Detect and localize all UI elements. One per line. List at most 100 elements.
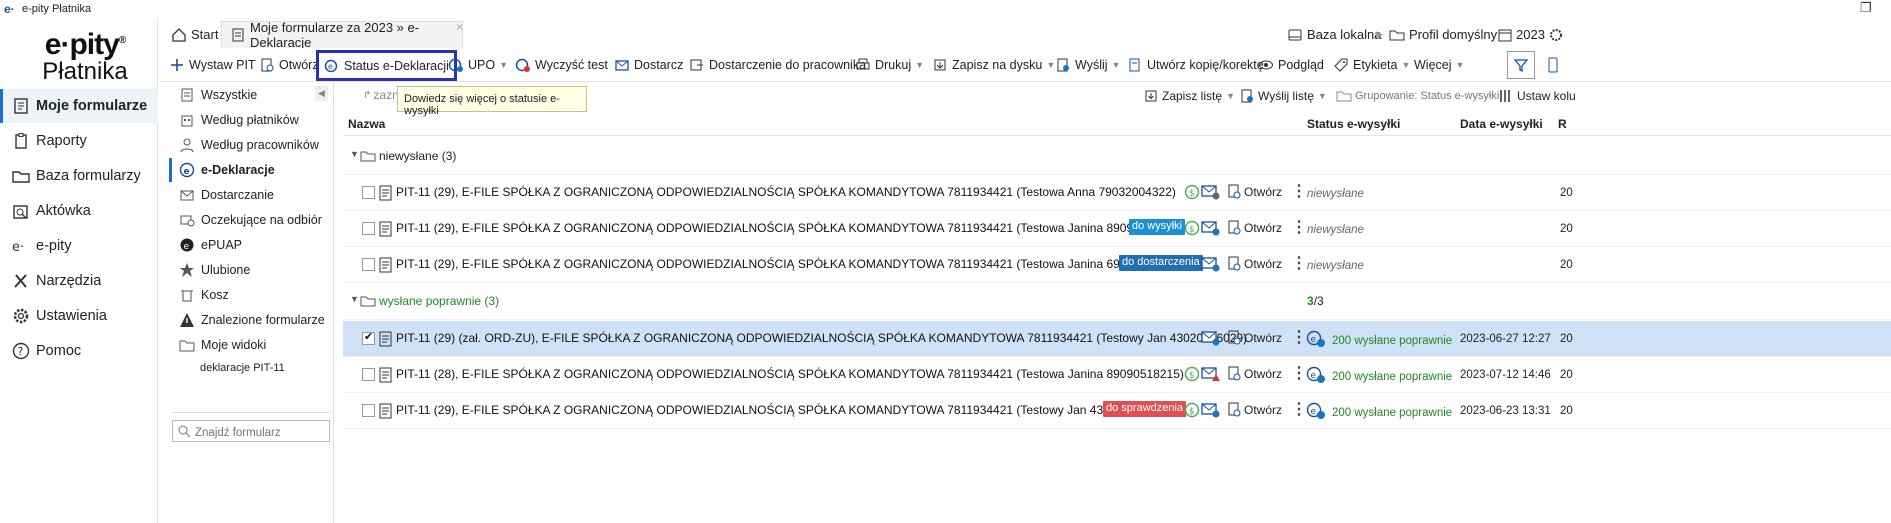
row-menu-button[interactable]: ⋮ xyxy=(1291,253,1307,273)
wystaw-pit-button[interactable]: Wystaw PIT xyxy=(169,53,256,77)
profile[interactable]: Profil domyślny xyxy=(1381,21,1505,48)
wyslij-button[interactable]: Wyślij ▼ xyxy=(1055,53,1120,77)
zapisz-caret[interactable]: ▼ xyxy=(1046,60,1055,70)
view-znalezione[interactable]: Znalezione formularze xyxy=(179,308,325,332)
view-label: Wszystkie xyxy=(201,88,258,102)
sidebar-item-e-pity[interactable]: e· e-pity xyxy=(0,229,158,263)
view-wszystkie[interactable]: Wszystkie xyxy=(179,83,257,107)
row-menu-button[interactable]: ⋮ xyxy=(1291,363,1307,383)
view-wedlug-pracownikow[interactable]: Według pracowników xyxy=(179,133,319,157)
sidebar-item-aktowka[interactable]: Aktówka xyxy=(0,194,158,228)
row-open-link[interactable]: Otwórz xyxy=(1244,331,1282,345)
drukuj-caret[interactable]: ▼ xyxy=(915,60,924,70)
group-expand-icon[interactable]: ▼ xyxy=(350,294,359,304)
row-menu-button[interactable]: ⋮ xyxy=(1291,181,1307,201)
row-open-link[interactable]: Otwórz xyxy=(1244,257,1282,271)
wyslij-liste-caret[interactable]: ▼ xyxy=(1318,91,1327,101)
column-nazwa[interactable]: Nazwa xyxy=(348,117,385,131)
row-checkbox[interactable] xyxy=(362,258,375,271)
folder-open-icon xyxy=(360,148,376,164)
view-dostarczanie[interactable]: Dostarczanie xyxy=(179,183,274,207)
wyslij-liste-button[interactable]: Wyślij listę ▼ xyxy=(1239,88,1327,104)
table-row[interactable]: PIT-11 (29), E-FILE SPÓŁKA Z OGRANICZONĄ… xyxy=(343,175,1891,211)
tab-start[interactable]: Start xyxy=(163,21,226,48)
table-row[interactable]: PIT-11 (29), E-FILE SPÓŁKA Z OGRANICZONĄ… xyxy=(343,247,1891,283)
row-open-link[interactable]: Otwórz xyxy=(1244,367,1282,381)
wyczysc-test-button[interactable]: Wyczyść test xyxy=(515,53,608,77)
restore-button[interactable]: ❐ xyxy=(1860,0,1872,16)
tab-close-button[interactable]: × xyxy=(456,20,463,34)
dostarczenie-button[interactable]: Dostarczenie do pracownika xyxy=(689,53,866,77)
table-row[interactable]: PIT-11 (29), E-FILE SPÓŁKA Z OGRANICZONĄ… xyxy=(343,211,1891,247)
sidebar-item-baza-formularzy[interactable]: Baza formularzy xyxy=(0,159,158,193)
column-date[interactable]: Data e-wysyłki xyxy=(1460,117,1543,131)
row-open-link[interactable]: Otwórz xyxy=(1244,185,1282,199)
grouping-button[interactable]: Grupowanie: Status e-wysyłki xyxy=(1336,88,1499,104)
sidebar-item-raporty[interactable]: Raporty xyxy=(0,124,158,158)
filter-button[interactable] xyxy=(1507,51,1535,79)
otworz-button[interactable]: Otwórz xyxy=(259,53,319,77)
row-open-link[interactable]: Otwórz xyxy=(1244,221,1282,235)
zapisz-liste-caret[interactable]: ▼ xyxy=(1226,91,1235,101)
row-checkbox[interactable] xyxy=(362,368,375,381)
utworz-kopie-button[interactable]: Utwórz kopię/korektę xyxy=(1127,53,1264,77)
column-r[interactable]: R xyxy=(1558,117,1567,131)
sidebar-item-moje-formularze[interactable]: Moje formularze xyxy=(0,89,158,123)
dostarcz-button[interactable]: Dostarcz xyxy=(614,53,683,77)
ustaw-kolumny-button[interactable]: Ustaw kolu xyxy=(1498,88,1576,104)
etykieta-caret[interactable]: ▼ xyxy=(1401,60,1410,70)
sidebar-item-ustawienia[interactable]: Ustawienia xyxy=(0,299,158,333)
row-checkbox[interactable] xyxy=(362,404,375,417)
star-icon xyxy=(179,262,195,278)
find-form-input[interactable] xyxy=(172,420,330,442)
group-wyslane-poprawnie[interactable]: ▼ wysłane poprawnie (3) 3/3 xyxy=(343,284,1891,320)
row-r: 20 xyxy=(1560,187,1573,199)
view-label: Kosz xyxy=(201,288,229,302)
select-all-link[interactable]: ↱ zazn xyxy=(363,88,399,102)
row-checkbox[interactable] xyxy=(362,222,375,235)
zapisz-liste-button[interactable]: Zapisz listę ▼ xyxy=(1143,88,1235,104)
view-deklaracje-pit11[interactable]: deklaracje PIT-11 xyxy=(200,356,285,380)
view-e-deklaracje[interactable]: e e-Deklaracje xyxy=(179,158,275,182)
envelope-ok-icon xyxy=(1201,330,1221,346)
collapse-panel-button[interactable]: ◀ xyxy=(315,86,328,101)
row-name: PIT-11 (29), E-FILE SPÓŁKA Z OGRANICZONĄ… xyxy=(396,403,1168,417)
envelope-icon xyxy=(614,57,630,73)
sidebar-item-narzedzia[interactable]: Narzędzia xyxy=(0,264,158,298)
mobile-button[interactable] xyxy=(1545,53,1565,77)
wyslij-caret[interactable]: ▼ xyxy=(1112,60,1121,70)
view-wedlug-platnikow[interactable]: Według płatników xyxy=(179,108,299,132)
settings-button[interactable] xyxy=(1540,21,1572,48)
view-oczekujace[interactable]: Oczekujące na odbiór xyxy=(179,208,322,232)
open-doc-icon xyxy=(1228,256,1242,272)
row-menu-button[interactable]: ⋮ xyxy=(1291,327,1307,347)
status-e-deklaracji-button[interactable]: e Status e-Deklaracji xyxy=(316,50,457,81)
row-menu-button[interactable]: ⋮ xyxy=(1291,217,1307,237)
row-menu-button[interactable]: ⋮ xyxy=(1291,399,1307,419)
view-epuap[interactable]: e ePUAP xyxy=(179,233,242,257)
upo-button[interactable]: UPO ▼ xyxy=(448,53,508,77)
view-moje-widoki[interactable]: Moje widoki xyxy=(179,333,266,357)
group-expand-icon[interactable]: ▼ xyxy=(350,149,359,159)
wiecej-caret[interactable]: ▼ xyxy=(1456,60,1465,70)
etykieta-button[interactable]: Etykieta ▼ xyxy=(1333,53,1410,77)
view-ulubione[interactable]: Ulubione xyxy=(179,258,250,282)
podglad-button[interactable]: Podgląd xyxy=(1258,53,1324,77)
table-row[interactable]: PIT-11 (29), E-FILE SPÓŁKA Z OGRANICZONĄ… xyxy=(343,393,1891,429)
group-niewyslane[interactable]: ▼ niewysłane (3) xyxy=(343,139,1891,175)
row-checkbox[interactable] xyxy=(362,330,375,345)
row-checkbox[interactable] xyxy=(362,186,375,199)
tab-moje-formularze[interactable]: Moje formularze za 2023 » e-Deklaracje × xyxy=(221,20,463,50)
view-kosz[interactable]: Kosz xyxy=(179,283,229,307)
group-folder-icon xyxy=(1336,88,1352,104)
drukuj-button[interactable]: Drukuj ▼ xyxy=(855,53,924,77)
table-row[interactable]: PIT-11 (29) (zał. ORD-ZU), E-FILE SPÓŁKA… xyxy=(343,321,1891,357)
row-open-link[interactable]: Otwórz xyxy=(1244,403,1282,417)
wiecej-button[interactable]: Więcej ▼ xyxy=(1414,53,1464,77)
zapisz-na-dysku-button[interactable]: Zapisz na dysku ▼ xyxy=(932,53,1055,77)
brand-line1: e·pity xyxy=(44,28,120,61)
column-status[interactable]: Status e-wysyłki xyxy=(1307,117,1400,131)
upo-caret[interactable]: ▼ xyxy=(499,60,508,70)
sidebar-item-pomoc[interactable]: ? Pomoc xyxy=(0,334,158,368)
table-row[interactable]: PIT-11 (28), E-FILE SPÓŁKA Z OGRANICZONĄ… xyxy=(343,357,1891,393)
